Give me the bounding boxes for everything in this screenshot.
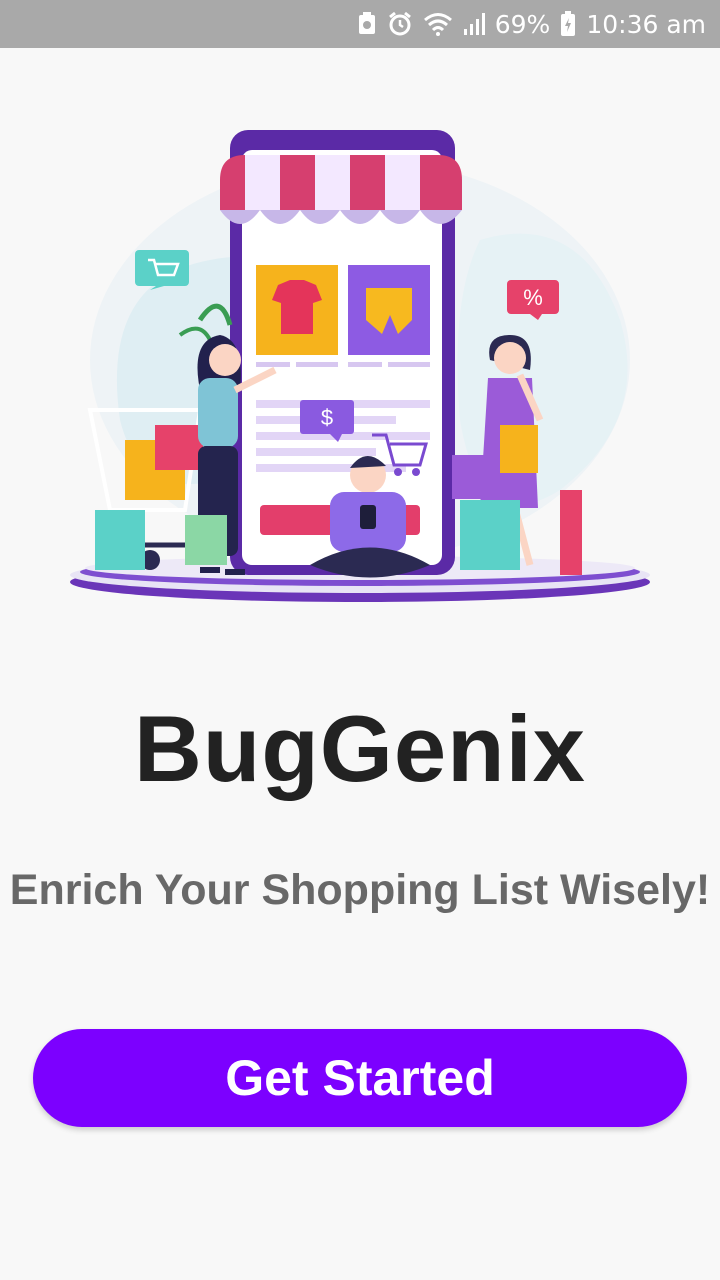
app-title: BugGenix — [134, 696, 586, 801]
app-tagline: Enrich Your Shopping List Wisely! — [9, 866, 711, 914]
alarm-icon — [387, 11, 413, 37]
status-time: 10:36 am — [586, 9, 706, 39]
battery-icon — [560, 11, 576, 37]
battery-percent: 69% — [494, 9, 551, 39]
get-started-button[interactable]: Get Started — [33, 1029, 687, 1127]
discount-tag-text: % — [523, 285, 543, 310]
status-bar: 69% 10:36 am — [0, 0, 720, 48]
price-tag-text: $ — [321, 405, 333, 430]
storage-icon — [357, 12, 377, 36]
signal-icon — [463, 12, 485, 36]
wifi-icon — [423, 12, 453, 36]
shopping-illustration: $ % — [60, 120, 660, 620]
